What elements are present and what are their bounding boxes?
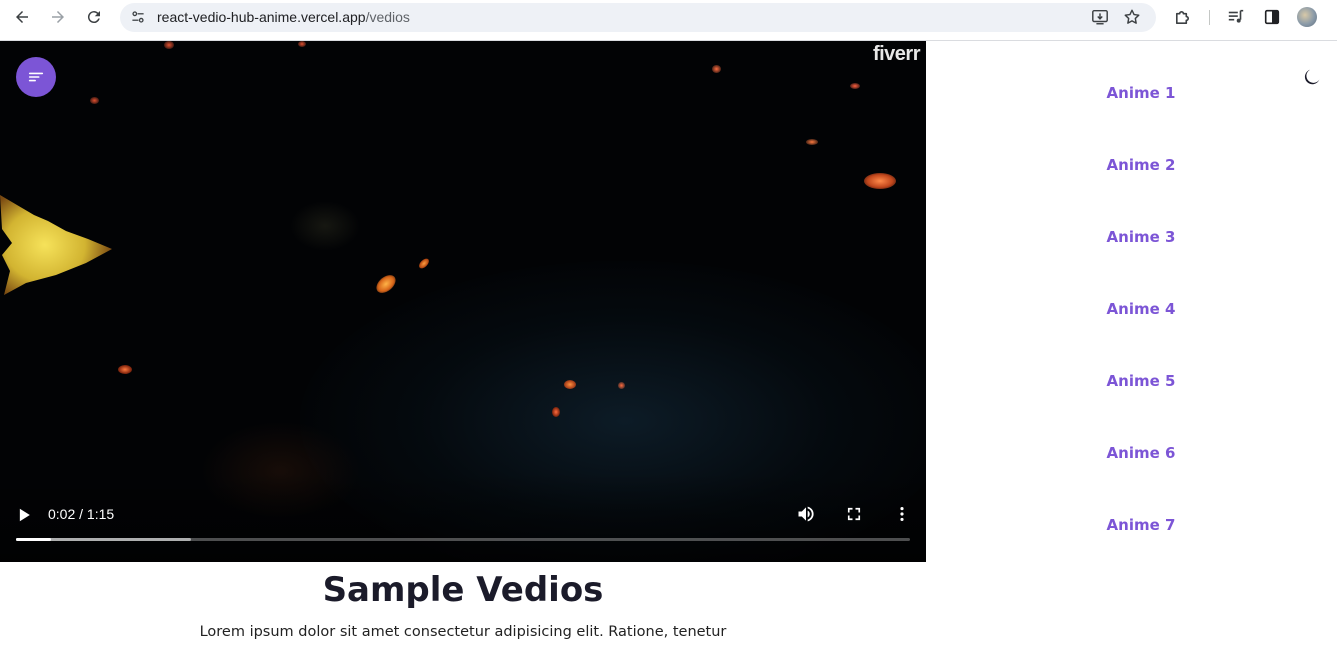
side-panel-button[interactable] (1261, 6, 1283, 28)
page-title: Sample Vedios (322, 570, 604, 610)
anime-link-5[interactable]: Anime 5 (1076, 372, 1206, 390)
ember (618, 382, 625, 389)
profile-avatar[interactable] (1297, 7, 1317, 27)
theme-toggle-button[interactable] (1302, 67, 1322, 87)
scene-background (290, 201, 360, 251)
anime-link-3[interactable]: Anime 3 (1076, 228, 1206, 246)
more-options-button[interactable] (890, 502, 914, 526)
play-button[interactable] (12, 503, 36, 527)
url-path: /vedios (365, 9, 410, 25)
browser-toolbar: react-vedio-hub-anime.vercel.app/vedios (0, 0, 1337, 41)
ember (864, 173, 896, 189)
media-queue-icon (1228, 9, 1244, 23)
progress-played (16, 538, 51, 541)
menu-toggle-button[interactable] (16, 57, 56, 97)
toolbar-divider (1209, 10, 1210, 25)
install-app-icon (1092, 9, 1108, 25)
ember (850, 83, 860, 89)
anime-link-6[interactable]: Anime 6 (1076, 444, 1206, 462)
ember (552, 407, 560, 417)
url-host: react-vedio-hub-anime.vercel.app (157, 9, 366, 25)
video-controls-backdrop (0, 472, 926, 562)
install-app-button[interactable] (1090, 7, 1110, 27)
more-vertical-icon (900, 507, 904, 521)
video-progress-bar[interactable] (16, 538, 910, 541)
video-time: 0:02 / 1:15 (48, 506, 115, 522)
page-description: Lorem ipsum dolor sit amet consectetur a… (199, 624, 727, 640)
puzzle-icon (1175, 10, 1189, 24)
ember (164, 41, 174, 49)
volume-button[interactable] (794, 502, 818, 526)
ember (90, 97, 99, 104)
reload-icon (87, 11, 100, 24)
ember (564, 380, 576, 389)
moon-icon (1304, 69, 1320, 85)
ember (118, 365, 132, 374)
anime-link-4[interactable]: Anime 4 (1076, 300, 1206, 318)
fullscreen-button[interactable] (842, 502, 866, 526)
side-panel-icon (1264, 9, 1280, 25)
anime-link-7[interactable]: Anime 7 (1076, 516, 1206, 534)
ember (806, 139, 818, 145)
anime-link-1[interactable]: Anime 1 (1076, 84, 1206, 102)
ember (417, 256, 431, 271)
ember (712, 65, 721, 73)
reload-button[interactable] (82, 5, 106, 29)
star-icon (1124, 9, 1140, 24)
bookmark-button[interactable] (1122, 7, 1142, 27)
arrow-left-icon (16, 11, 28, 23)
extensions-button[interactable] (1171, 6, 1193, 28)
url-text: react-vedio-hub-anime.vercel.app/vedios (157, 9, 410, 25)
play-icon (19, 508, 30, 522)
video-player[interactable]: fiverr 0:02 / 1:15 (0, 41, 926, 562)
fullscreen-icon (847, 507, 861, 521)
arrow-right-icon (52, 11, 64, 23)
anime-link-2[interactable]: Anime 2 (1076, 156, 1206, 174)
fiverr-watermark: fiverr (872, 43, 921, 65)
back-button[interactable] (10, 5, 34, 29)
site-info-button[interactable] (128, 7, 148, 27)
flame-shard (0, 195, 112, 295)
media-control-button[interactable] (1225, 6, 1247, 28)
sort-lines-icon (28, 72, 44, 82)
address-bar[interactable]: react-vedio-hub-anime.vercel.app/vedios (120, 3, 1156, 32)
ember (298, 41, 306, 47)
forward-button[interactable] (46, 5, 70, 29)
tune-icon (132, 11, 144, 23)
ember (373, 271, 399, 297)
volume-icon (798, 506, 814, 522)
